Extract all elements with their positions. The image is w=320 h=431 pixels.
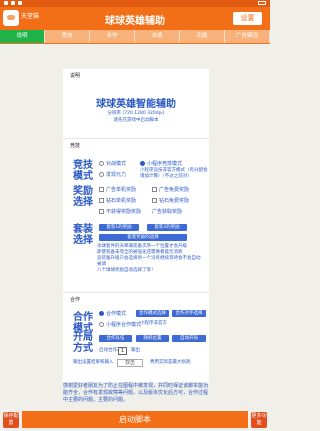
hezuo-mode-note: 小程序非官方 [140,321,167,326]
open-label: 开局 方式 [73,332,93,354]
announcement-text: 感谢爱好者朋友为了防止在图程中被发现，并同时保证该脚本能功能齐全，合作有发现故障… [63,383,209,403]
tab-function[interactable]: 功能 [180,30,225,43]
hezuo-option-2[interactable]: 小程序合作模式 [99,321,141,328]
resolution-text: 分辨率 (720 1280 320dpi) [107,111,165,116]
tip-text: 请先在游戏中启动脚本 [113,118,159,123]
open-auto-button[interactable]: 自动开局 [172,335,206,342]
reward-option-3[interactable]: 钻石单机奖励 [99,197,136,204]
hezuo-opponent-select-button[interactable]: 合作对手选择 [172,310,206,317]
team-button-2[interactable]: 套装2的奖励 [147,224,187,231]
mode-option-xiaochengxu[interactable]: 小程序竞技模式 [140,160,182,167]
tab-intro[interactable]: 说明 [0,30,45,43]
team-notes: 冰球套件的天梯满装备次序一个位置才会升级 即使装备未完全的被强化还需要看能否消耗… [97,244,201,273]
checkbox-icon [99,198,104,203]
mode-note: 小程序竞技非官方模式（有分配会增加计算）（不过之前对） [140,168,208,179]
radio-icon [99,322,104,327]
divider [0,43,270,44]
hezuo-mode-label: 合作 模式 [73,312,93,334]
notification-icon [11,1,15,5]
reward-option-4[interactable]: 钻石免费奖励 [152,197,189,204]
tab-bar: 说明 竞技 合作 冰境 功能 广告疑远 [0,30,270,43]
checkbox-icon [99,209,104,214]
notification-icon [4,1,8,5]
team-label: 套装 选择 [73,224,93,246]
jingji-mode-label: 竞技 模式 [73,160,93,182]
reward-option-5[interactable]: 不获得奖励奖励 [99,208,141,215]
tab-ad[interactable]: 广告疑远 [225,30,270,43]
section-intro: 说明 [70,73,81,79]
status-bar [0,0,270,7]
battery-icon [258,1,266,5]
team-button-1[interactable]: 套装1的奖励 [99,224,139,231]
reward-option-2[interactable]: 广告免费奖励 [152,186,189,193]
divider [63,138,209,139]
mode-option-duizhan[interactable]: 对战模式 [99,160,126,167]
count-stepper[interactable]: 1 [118,347,127,355]
tab-bingjing[interactable]: 冰境 [135,30,180,43]
radio-icon [99,161,104,166]
save-config-button[interactable]: 保存配置 [3,412,19,428]
checkbox-icon [99,187,104,192]
radio-icon [140,161,145,166]
reward-option-1[interactable]: 广告单机奖励 [99,186,136,193]
open-random-button[interactable]: 随机位置 [136,335,169,342]
mode-option-yuanli[interactable]: 发现元力 [99,171,126,178]
reward-option-6: 广告获取奖励 [152,209,183,215]
hezuo-mode-select-button[interactable]: 合作模式选择 [136,310,169,317]
plan-note: 费用实际是最大损耗 [150,360,191,365]
radio-icon [99,311,104,316]
detail-label: 输出设置结果和输入 [73,360,114,365]
section-hezuo: 合作 [70,297,81,303]
team-select-button[interactable]: 套装奖励的选择 [99,234,187,241]
count-unit: 输出 [131,348,140,353]
section-jingji: 竞技 [70,143,81,149]
notification-icon [18,1,22,5]
start-script-button[interactable]: 启动脚本 [22,411,248,428]
page-title: 球球英雄智能辅助 [96,99,176,110]
tab-jingji[interactable]: 竞技 [45,30,90,43]
divider [63,292,209,293]
plan-button[interactable]: 双击 [117,359,143,367]
tab-hezuo[interactable]: 合作 [90,30,135,43]
open-team-button[interactable]: 合作队伍 [99,335,132,342]
app-bar: 天堂猫 球球英雄辅助 设置 [0,7,270,30]
reward-label: 奖励 选择 [73,186,93,208]
more-functions-button[interactable]: 更多功能 [251,412,267,428]
checkbox-icon [152,187,157,192]
hezuo-option-1[interactable]: 合作模式 [99,310,126,317]
checkbox-icon [152,198,157,203]
radio-icon [99,172,104,177]
settings-button[interactable]: 设置 [233,12,262,25]
app-title: 球球英雄辅助 [105,16,165,27]
